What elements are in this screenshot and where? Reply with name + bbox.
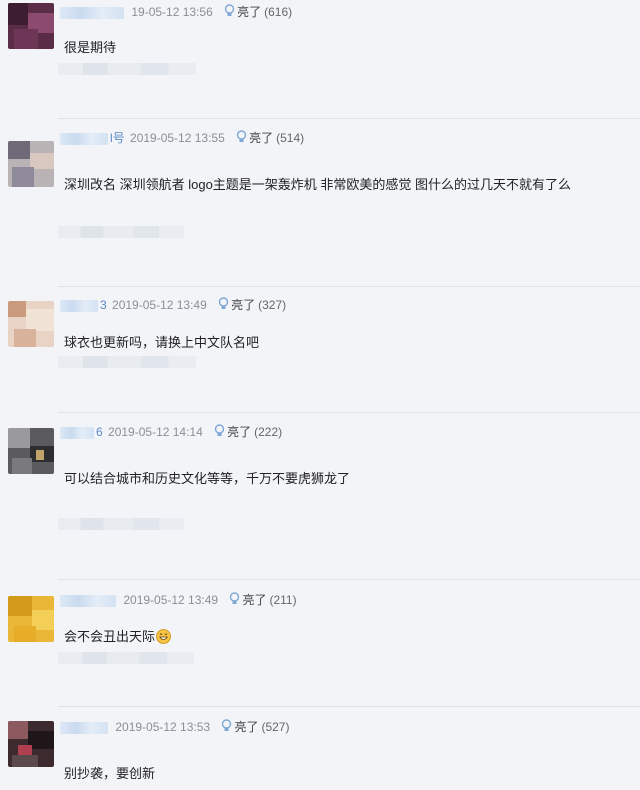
like-button[interactable]: 亮了 — [231, 298, 255, 312]
username-blurred[interactable] — [60, 132, 108, 145]
like-button[interactable]: 亮了 — [237, 5, 261, 19]
like-count: (616) — [264, 5, 293, 19]
grin-emoji-icon — [156, 628, 171, 647]
comment-meta: 19-05-12 13:56 亮了 (616) — [60, 4, 292, 20]
username-blurred[interactable] — [60, 721, 108, 734]
username-blurred[interactable] — [60, 299, 98, 312]
like-button[interactable]: 亮了 — [234, 720, 258, 734]
comment-time: 2019-05-12 13:53 — [115, 720, 211, 734]
comment-feed: 19-05-12 13:56 亮了 (616) 很是期待 l号 2019-05-1… — [0, 0, 640, 790]
blurred-actions — [58, 652, 194, 664]
like-button[interactable]: 亮了 — [227, 425, 251, 439]
like-count: (327) — [258, 298, 287, 312]
comment-time: 2019-05-12 13:49 — [112, 298, 207, 312]
username-blurred[interactable] — [60, 6, 124, 19]
divider — [58, 706, 640, 707]
lightbulb-icon[interactable] — [224, 4, 235, 21]
comment-time: 2019-05-12 13:49 — [123, 593, 219, 607]
comment-time: 2019-05-12 14:14 — [108, 425, 203, 439]
like-button[interactable]: 亮了 — [249, 131, 273, 145]
comment-meta: 2019-05-12 13:53 亮了 (527) — [60, 719, 289, 735]
comment-text: 会不会丑出天际 — [64, 626, 171, 647]
blurred-actions — [58, 518, 184, 530]
avatar[interactable] — [8, 141, 54, 187]
comment-text: 很是期待 — [64, 40, 117, 55]
divider — [58, 579, 640, 580]
comment-text: 深圳改名 深圳领航者 logo主题是一架轰炸机 非常欧美的感觉 图什么的过几天不… — [64, 177, 572, 192]
comment-time: 19-05-12 13:56 — [131, 5, 213, 19]
username-blurred[interactable] — [60, 594, 116, 607]
avatar[interactable] — [8, 301, 54, 347]
like-count: (514) — [276, 131, 305, 145]
comment-text-body: 会不会丑出天际 — [64, 629, 156, 644]
like-count: (211) — [269, 593, 297, 607]
blurred-actions — [58, 226, 184, 238]
comment-meta: 2019-05-12 13:49 亮了 (211) — [60, 592, 297, 608]
username-tail[interactable]: 3 — [100, 298, 107, 312]
divider — [58, 286, 640, 287]
comment-text: 球衣也更新吗，请换上中文队名吧 — [64, 335, 260, 350]
blurred-actions — [58, 63, 196, 75]
like-count: (222) — [254, 425, 283, 439]
lightbulb-icon[interactable] — [229, 592, 240, 609]
avatar[interactable] — [8, 428, 54, 474]
comment-meta: l号 2019-05-12 13:55 亮了 (514) — [60, 130, 304, 146]
lightbulb-icon[interactable] — [236, 130, 247, 147]
avatar[interactable] — [8, 721, 54, 767]
like-count: (527) — [261, 720, 290, 734]
username-tail[interactable]: l号 — [110, 131, 125, 145]
username-blurred[interactable] — [60, 426, 94, 439]
username-tail[interactable]: 6 — [96, 425, 103, 439]
lightbulb-icon[interactable] — [221, 719, 232, 736]
divider — [58, 412, 640, 413]
like-button[interactable]: 亮了 — [242, 593, 266, 607]
divider — [58, 118, 640, 119]
avatar[interactable] — [8, 596, 54, 642]
lightbulb-icon[interactable] — [214, 424, 225, 441]
blurred-actions — [58, 356, 196, 368]
comment-meta: 6 2019-05-12 14:14 亮了 (222) — [60, 424, 282, 440]
lightbulb-icon[interactable] — [218, 297, 229, 314]
comment-meta: 3 2019-05-12 13:49 亮了 (327) — [60, 297, 286, 313]
comment-time: 2019-05-12 13:55 — [130, 131, 225, 145]
comment-text: 别抄袭，要创新 — [64, 766, 156, 781]
avatar[interactable] — [8, 3, 54, 49]
comment-text: 可以结合城市和历史文化等等，千万不要虎狮龙了 — [64, 471, 351, 486]
